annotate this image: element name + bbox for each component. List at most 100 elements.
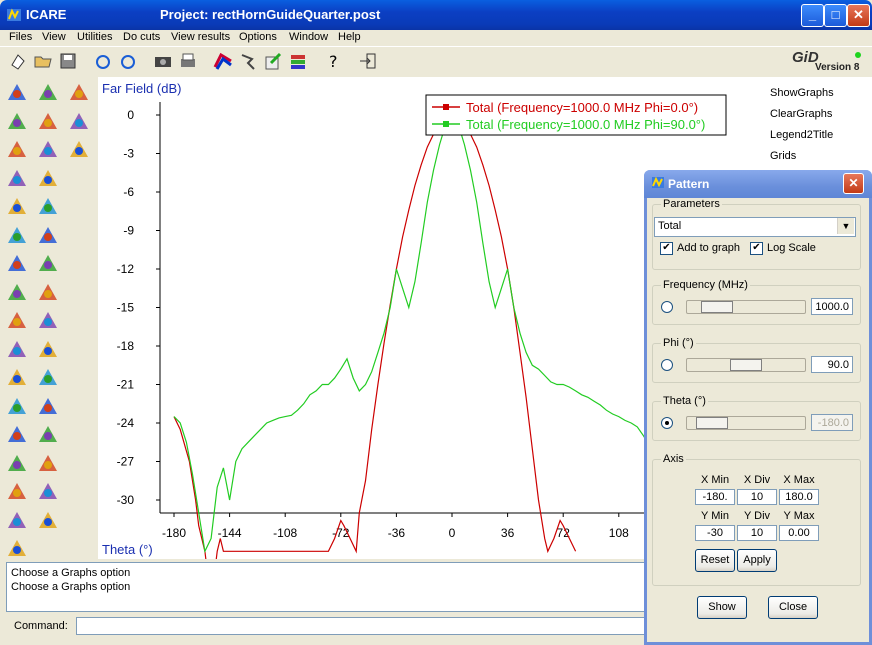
rotate-icon[interactable] [93,51,113,71]
contour-icon[interactable] [213,51,233,71]
new-icon[interactable] [8,51,28,71]
mountain-icon[interactable] [5,308,29,332]
side-item-show-graphs[interactable]: ShowGraphs [770,87,834,99]
y-tick-label: -6 [123,185,134,199]
polygon-icon[interactable] [5,337,29,361]
zoom-out-icon[interactable] [5,109,29,133]
graph-points-icon[interactable] [36,422,60,446]
graph-window-icon[interactable] [67,109,91,133]
legend-blue-icon[interactable] [5,479,29,503]
frequency-slider-thumb[interactable] [700,301,733,313]
menu-files[interactable]: Files [9,31,32,43]
legend-icon[interactable] [5,451,29,475]
y-tick-label: -24 [117,416,135,430]
theta-slider-thumb[interactable] [696,417,729,429]
frequency-value[interactable]: 1000.0 [811,298,853,315]
theta-radio[interactable] [661,417,673,429]
nodes-elems-icon[interactable] [5,536,29,560]
color-map-icon[interactable] [5,508,29,532]
frequency-radio[interactable] [661,301,673,313]
help-icon[interactable]: ? [323,51,343,71]
menu-do-cuts[interactable]: Do cuts [123,31,160,43]
edit-icon[interactable] [263,51,283,71]
tree-icon[interactable] [36,137,60,161]
smooth-contour-icon[interactable] [36,194,60,218]
color-ball-icon[interactable] [67,137,91,161]
show-button[interactable]: Show [697,596,747,619]
menu-options[interactable]: Options [239,31,277,43]
stream-icon[interactable] [36,337,60,361]
camera-icon[interactable] [153,51,173,71]
xmax-input[interactable]: 180.0 [779,489,819,505]
dialog-close-button[interactable]: ✕ [843,173,864,194]
save-icon[interactable] [58,51,78,71]
reset-button[interactable]: Reset [695,549,735,572]
frequency-label: Frequency (MHz) [661,279,750,291]
status-led [855,52,861,58]
rotate-view-icon[interactable] [118,51,138,71]
log-scale-checkbox[interactable]: ✔ [750,242,763,255]
view-icon[interactable] [67,80,91,104]
recycle-icon[interactable] [5,166,29,190]
parameters-label: Parameters [661,198,722,210]
zoom-in-icon[interactable] [5,80,29,104]
ydiv-input[interactable]: 10 [737,525,777,541]
print-icon[interactable] [178,51,198,71]
scissors-icon[interactable] [5,422,29,446]
minimize-button[interactable]: _ [801,4,824,27]
menu-view[interactable]: View [42,31,66,43]
result-select[interactable] [654,217,856,237]
apply-button[interactable]: Apply [737,549,777,572]
y-tick-label: -15 [117,301,135,315]
menu-window[interactable]: Window [289,31,328,43]
open-folder-icon[interactable] [33,51,53,71]
dialog-close-btn[interactable]: Close [768,596,818,619]
chevron-down-icon[interactable]: ▼ [837,218,854,234]
x-tick-label: -144 [218,526,242,540]
render-icon[interactable] [5,194,29,218]
mesh-icon[interactable] [36,80,60,104]
menu-utilities[interactable]: Utilities [77,31,112,43]
xdiv-input[interactable]: 10 [737,489,777,505]
maximize-button[interactable]: □ [824,4,847,27]
graph-compare-icon[interactable] [36,451,60,475]
graph-triangle-icon[interactable] [36,479,60,503]
side-item-clear-graphs[interactable]: ClearGraphs [770,108,832,120]
xmin-input[interactable]: -180. [695,489,735,505]
phi-slider-thumb[interactable] [730,359,762,371]
ymax-label: Y Max [783,510,815,522]
menu-help[interactable]: Help [338,31,361,43]
ymax-input[interactable]: 0.00 [779,525,819,541]
deformation-icon[interactable] [36,223,60,247]
pen-icon[interactable] [5,223,29,247]
gid-version: Version 8 [815,62,860,73]
surface-icon[interactable] [36,365,60,389]
theta-label: Theta (°) [661,395,708,407]
layers-icon[interactable] [288,51,308,71]
vector-labels-icon[interactable] [36,251,60,275]
contour-lines-icon[interactable] [36,166,60,190]
close-button[interactable]: ✕ [847,4,870,27]
side-item-legend2title[interactable]: Legend2Title [770,129,833,141]
command-input[interactable] [76,617,658,635]
arrows-icon[interactable] [36,280,60,304]
exit-icon[interactable] [358,51,378,71]
phi-radio[interactable] [661,359,673,371]
phi-value[interactable]: 90.0 [811,356,853,373]
contour-fill-icon[interactable] [36,109,60,133]
side-item-grids[interactable]: Grids [770,150,796,162]
add-to-graph-checkbox[interactable]: ✔ [660,242,673,255]
graph-line-icon[interactable] [36,394,60,418]
light-icon[interactable] [5,251,29,275]
axis-label: Axis [661,453,686,465]
triangle-icon[interactable] [5,365,29,389]
graph-broom-icon[interactable] [36,508,60,532]
zoom-frame-icon[interactable] [5,137,29,161]
dialog-app-icon [651,176,665,190]
edit-point-icon[interactable] [5,394,29,418]
menu-view-results[interactable]: View results [171,31,230,43]
stripes-icon[interactable] [36,308,60,332]
box-icon[interactable] [5,280,29,304]
query-icon[interactable] [238,51,258,71]
ymin-input[interactable]: -30 [695,525,735,541]
